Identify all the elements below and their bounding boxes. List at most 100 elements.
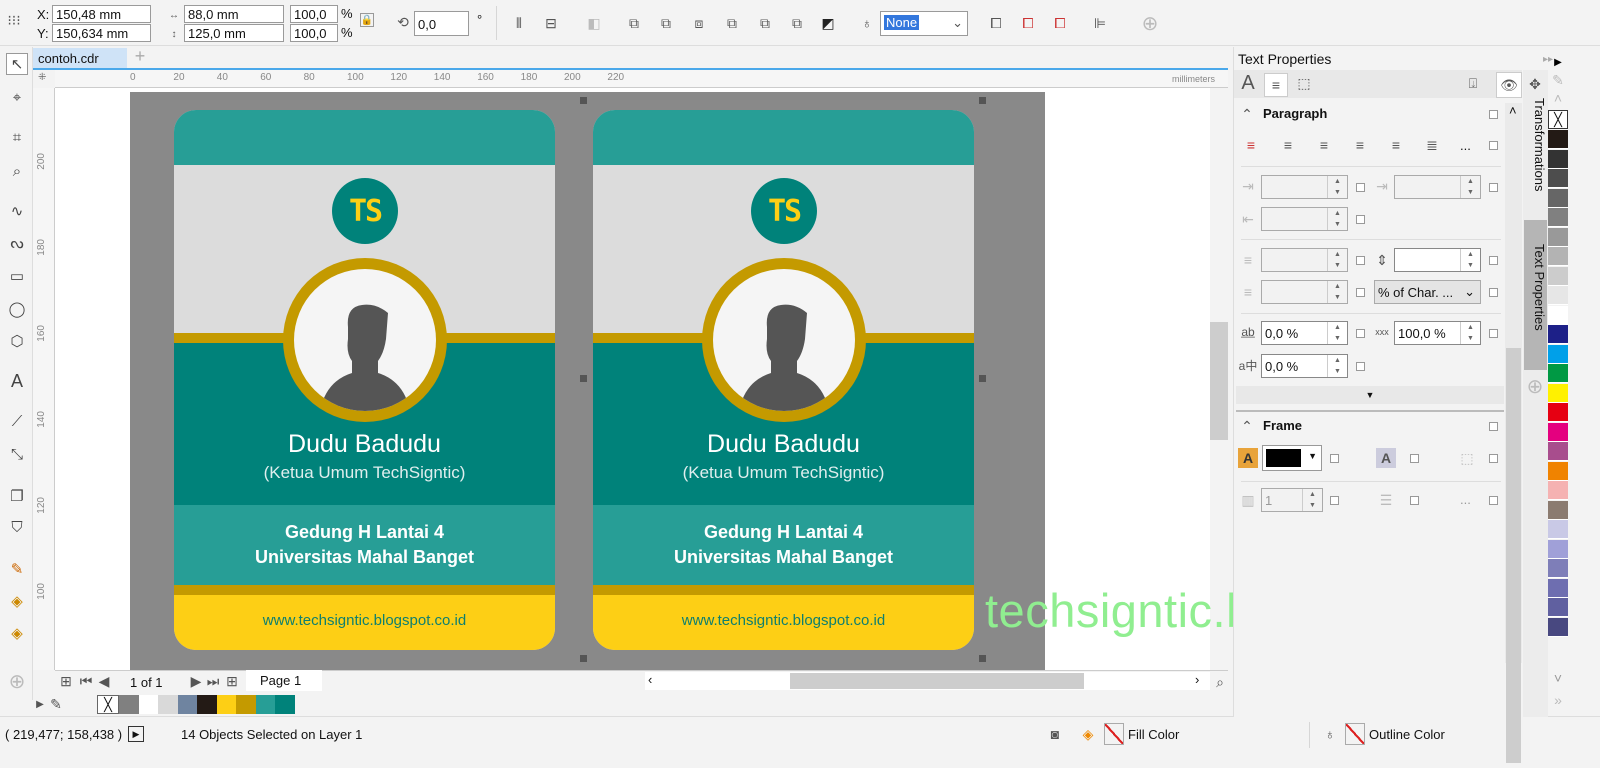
word-spacing-checkbox[interactable] (1489, 329, 1498, 338)
bg-color-checkbox[interactable] (1330, 454, 1339, 463)
fit-frame-icon[interactable]: ⬚ (1457, 448, 1477, 468)
intersect-icon[interactable]: ⧈ (689, 13, 709, 33)
palette-eyedropper-icon[interactable]: ✎ (1548, 70, 1568, 90)
docker-scrollbar[interactable]: ˄ (1505, 103, 1522, 763)
connector-tool-icon[interactable]: ⤡ (6, 443, 28, 465)
space-after-checkbox[interactable] (1356, 288, 1365, 297)
force-justify-icon[interactable]: ≣ (1422, 135, 1442, 155)
palette-swatch[interactable] (1548, 617, 1568, 637)
left-indent-field[interactable]: ▲ ▼ (1261, 175, 1348, 199)
frame-tab-icon[interactable]: ⬚ (1294, 73, 1314, 93)
transformations-icon[interactable]: ✥ (1525, 74, 1545, 94)
column-settings-checkbox[interactable] (1410, 496, 1419, 505)
palette-swatch[interactable] (1548, 539, 1568, 559)
ruler-origin-icon[interactable]: ⁜ (38, 72, 46, 83)
palette-swatch[interactable] (1548, 286, 1568, 305)
palette-swatch[interactable] (1548, 344, 1568, 364)
pick-tool-icon[interactable]: ↖ (6, 53, 28, 75)
crop-tool-icon[interactable]: ⌗ (6, 126, 28, 148)
right-indent-field[interactable]: ▲ ▼ (1261, 207, 1348, 231)
rectangle-tool-icon[interactable]: ▭ (6, 265, 28, 287)
preview-icon[interactable]: 👁 (1496, 72, 1522, 98)
document-palette-swatch[interactable] (236, 695, 256, 714)
paragraph-tab-icon[interactable]: ≡ (1264, 73, 1288, 97)
drop-shadow-icon[interactable]: ❐ (6, 485, 28, 507)
more-frame-button[interactable]: ... (1460, 492, 1471, 507)
align-distribute-icon[interactable]: ⊫ (1090, 13, 1110, 33)
document-palette-swatch[interactable] (177, 695, 198, 714)
add-docker-icon[interactable]: ⊕ (1525, 376, 1545, 398)
page-tab[interactable]: Page 1 (246, 670, 322, 691)
palette-swatch[interactable] (1548, 169, 1568, 188)
eyedropper-icon[interactable]: ✎ (6, 558, 28, 580)
document-palette-swatch[interactable] (197, 695, 217, 714)
character-spacing-field[interactable]: 0,0 % ▲ ▼ (1261, 321, 1348, 345)
text-frame-checkbox[interactable] (1410, 454, 1419, 463)
first-line-indent-field[interactable]: ▲ ▼ (1394, 175, 1481, 199)
outline-none-swatch[interactable] (1345, 723, 1365, 745)
palette-swatch[interactable] (1548, 383, 1568, 403)
id-card[interactable]: TS Dudu Badudu (Ketua Umum TechSigntic) … (593, 110, 974, 650)
palette-swatch[interactable] (1548, 461, 1568, 481)
status-menu-button[interactable]: ▶ (128, 726, 144, 742)
width-field[interactable]: 88,0 mm (184, 5, 284, 23)
lang-spacing-checkbox[interactable] (1356, 362, 1365, 371)
scroll-up-icon[interactable]: ˄ (1509, 103, 1517, 118)
freehand-tool-icon[interactable]: ∿ (6, 200, 28, 222)
selection-handle[interactable] (979, 655, 986, 662)
x-position-field[interactable]: 150,48 mm (52, 5, 151, 23)
selection-handle[interactable] (580, 97, 587, 104)
weld-icon[interactable]: ⧉ (624, 13, 644, 33)
outline-width-dropdown[interactable]: None ⌄ (880, 11, 968, 36)
scale-y-field[interactable]: 100,0 (290, 24, 338, 42)
palette-swatch[interactable] (1548, 130, 1568, 149)
prev-page-icon[interactable]: ◀ (94, 671, 114, 691)
add-icon[interactable]: ⊕ (1140, 13, 1160, 35)
break-apart-icon[interactable]: ⧠ (1018, 13, 1038, 33)
first-page-icon[interactable]: ⏮ (76, 671, 96, 691)
scroll-left-icon[interactable]: ‹ (648, 672, 652, 687)
palette-swatch[interactable] (1548, 598, 1568, 617)
zoom-navigator-icon[interactable]: ⌕ (1210, 672, 1230, 692)
palette-swatch[interactable] (1548, 305, 1568, 325)
line-spacing-field[interactable]: ▲ ▼ (1394, 248, 1481, 272)
palette-swatch[interactable] (1548, 227, 1568, 247)
palette-swatch[interactable] (1548, 500, 1568, 520)
palette-swatch[interactable] (1548, 247, 1568, 266)
align-center-icon[interactable]: ≡ (1314, 135, 1334, 155)
char-spacing-checkbox[interactable] (1356, 329, 1365, 338)
column-settings-icon[interactable]: ☰ (1376, 490, 1396, 510)
line-spacing-checkbox[interactable] (1489, 256, 1498, 265)
document-palette-swatch[interactable] (119, 695, 139, 714)
palette-swatch[interactable] (1548, 520, 1568, 539)
collapse-paragraph-icon[interactable]: ⌃ (1237, 104, 1257, 124)
polygon-tool-icon[interactable]: ⬡ (6, 330, 28, 352)
zoom-tool-icon[interactable]: ⌕ (6, 160, 28, 182)
text-to-path-icon[interactable]: ⧠ (986, 13, 1006, 33)
more-frame-checkbox[interactable] (1489, 496, 1498, 505)
frame-checkbox[interactable] (1489, 422, 1498, 431)
simplify-icon[interactable]: ⧉ (722, 13, 742, 33)
palette-swatch[interactable] (1548, 325, 1568, 344)
first-line-checkbox[interactable] (1489, 183, 1498, 192)
palette-scroll-up-icon[interactable]: ˄ (1548, 88, 1568, 108)
more-alignment-button[interactable]: ... (1460, 138, 1471, 153)
document-palette-swatch[interactable] (216, 695, 237, 714)
space-before-field[interactable]: ▲ ▼ (1261, 248, 1348, 272)
selection-handle[interactable] (580, 655, 587, 662)
align-left-icon[interactable]: ≡ (1278, 135, 1298, 155)
document-tab[interactable]: contoh.cdr (33, 48, 127, 68)
selection-handle[interactable] (979, 97, 986, 104)
no-color-swatch[interactable]: ╳ (97, 695, 119, 714)
ellipse-tool-icon[interactable]: ◯ (6, 298, 28, 320)
palette-swatch[interactable] (1548, 403, 1568, 422)
fill-none-swatch[interactable] (1104, 723, 1124, 745)
no-color-swatch[interactable]: ╳ (1548, 110, 1568, 129)
selection-handle[interactable] (580, 375, 587, 382)
height-field[interactable]: 125,0 mm (184, 24, 284, 42)
expand-more-button[interactable]: ▼ (1236, 386, 1504, 404)
alignment-checkbox[interactable] (1489, 141, 1498, 150)
document-palette-swatch[interactable] (138, 695, 159, 714)
spacing-unit-dropdown[interactable]: % of Char. ... ⌄ (1374, 280, 1481, 304)
language-spacing-field[interactable]: 0,0 % ▲ ▼ (1261, 354, 1348, 378)
